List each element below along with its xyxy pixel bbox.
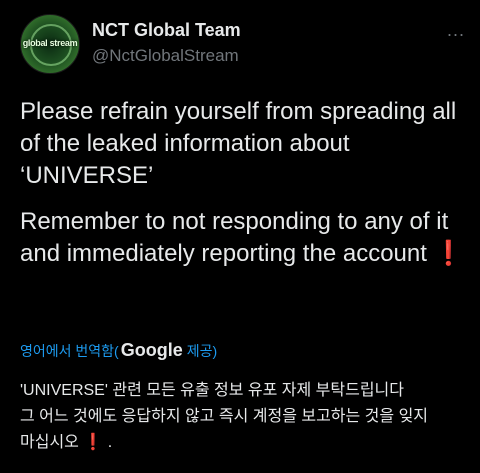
tweet-header: global stream NCT Global Team @NctGlobal… xyxy=(20,14,465,74)
translation-exclamation-icon: ❗ xyxy=(83,434,104,451)
avatar[interactable]: global stream xyxy=(20,14,80,74)
translation-label-prefix: 영어에서 번역함( xyxy=(20,343,119,359)
tweet-paragraph-2: Remember to not responding to any of it … xyxy=(20,206,470,270)
translation-line-3: 마십시오 ❗ . xyxy=(20,430,470,456)
google-logo: Google xyxy=(120,340,183,360)
tweet-paragraph-2-text: Remember to not responding to any of it … xyxy=(20,208,449,267)
translation-line-3-end: . xyxy=(107,434,113,451)
translation-label-suffix: 제공) xyxy=(186,343,218,359)
translation-attribution[interactable]: 영어에서 번역함( Google 제공) xyxy=(20,340,217,361)
translated-text: 'UNIVERSE' 관련 모든 유출 정보 유포 자제 부탁드립니다 그 어느… xyxy=(20,378,470,456)
translation-line-1: 'UNIVERSE' 관련 모든 유출 정보 유포 자제 부탁드립니다 xyxy=(20,382,404,399)
avatar-logo-text: global stream xyxy=(22,38,78,48)
tweet-paragraph-1: Please refrain yourself from spreading a… xyxy=(20,98,457,189)
tweet-text: Please refrain yourself from spreading a… xyxy=(20,96,470,284)
display-name[interactable]: NCT Global Team xyxy=(92,20,241,41)
translation-line-2: 그 어느 것에도 응답하지 않고 즉시 계정을 보고하는 것을 잊지 xyxy=(20,408,429,425)
more-options-icon[interactable]: ... xyxy=(447,20,465,41)
user-handle[interactable]: @NctGlobalStream xyxy=(92,46,239,66)
exclamation-icon: ❗ xyxy=(433,240,464,267)
translation-line-3-text: 마십시오 xyxy=(20,434,79,451)
